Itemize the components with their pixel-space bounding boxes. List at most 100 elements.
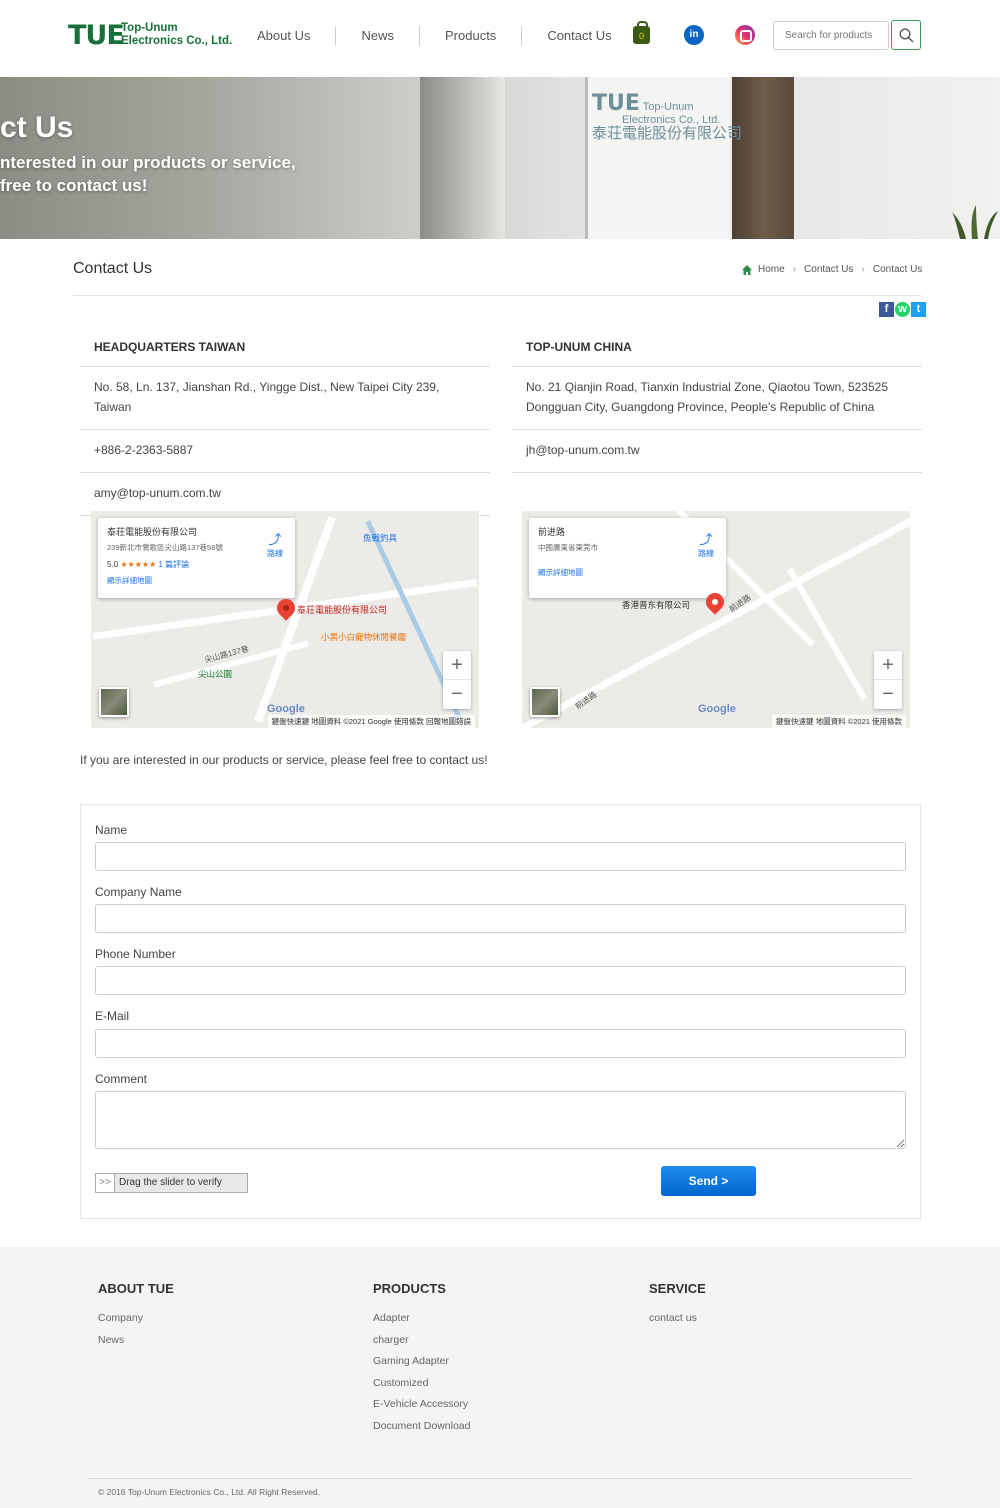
email-field[interactable] — [95, 1029, 906, 1058]
map-street-label: 前进路 — [573, 689, 599, 712]
nav-contact-us[interactable]: Contact Us — [521, 26, 636, 46]
footer-heading: SERVICE — [649, 1281, 706, 1296]
map-place-address: 239新北市鶯歌區尖山路137巷58號 — [107, 543, 223, 552]
map-taiwan[interactable]: 泰荘電能股份有限公司 239新北市鶯歌區尖山路137巷58號 5.0 ★★★★★… — [91, 511, 479, 728]
footer-link-charger[interactable]: charger — [373, 1330, 470, 1352]
map-china[interactable]: 前进路 中國廣東省東莞市 顯示詳細地圖 ⤴ 路線 香港晋东有限公司 前进路 前进路… — [522, 511, 910, 728]
contact-headquarters-taiwan: HEADQUARTERS TAIWAN No. 58, Ln. 137, Jia… — [80, 330, 490, 516]
logo-line-2: Electronics Co., Ltd. — [121, 35, 233, 47]
directions-icon: ⤴ — [268, 532, 282, 547]
google-logo: Google — [267, 703, 305, 715]
contact-title: TOP-UNUM CHINA — [512, 330, 922, 367]
map-place-address: 中國廣東省東莞市 — [538, 543, 598, 552]
map-directions[interactable]: ⤴ 路線 — [267, 529, 283, 559]
map-poi-label: 小黑小白寵物休閒餐廳 — [321, 632, 407, 642]
contact-email[interactable]: amy@top-unum.com.tw — [80, 473, 490, 516]
nav-about-us[interactable]: About Us — [232, 26, 335, 46]
logo-text: Top-Unum Electronics Co., Ltd. — [121, 22, 232, 48]
map-larger-link[interactable]: 顯示詳細地圖 — [107, 575, 286, 586]
comment-label: Comment — [95, 1072, 148, 1086]
footer-link-contact-us[interactable]: contact us — [649, 1308, 706, 1330]
name-label: Name — [95, 823, 128, 837]
footer-link-company[interactable]: Company — [98, 1308, 174, 1330]
banner-subtitle-line-2: free to contact us! — [0, 176, 148, 195]
map-directions-label: 路線 — [267, 549, 283, 558]
main-nav: About Us News Products Contact Us — [232, 24, 637, 48]
nav-products[interactable]: Products — [419, 26, 521, 46]
nav-news[interactable]: News — [335, 26, 419, 46]
contact-address: No. 58, Ln. 137, Jianshan Rd., Yingge Di… — [80, 367, 490, 430]
contact-top-unum-china: TOP-UNUM CHINA No. 21 Qianjin Road, Tian… — [512, 330, 922, 473]
divider — [89, 1478, 913, 1479]
verify-slider[interactable]: >> Drag the slider to verify — [95, 1173, 248, 1193]
footer-link-document-download[interactable]: Document Download — [373, 1416, 470, 1438]
instagram-icon[interactable] — [735, 25, 755, 45]
slider-handle[interactable]: >> — [96, 1174, 115, 1192]
shopping-bag-icon[interactable]: 0 — [633, 21, 650, 44]
footer-heading: PRODUCTS — [373, 1281, 446, 1296]
phone-field[interactable] — [95, 966, 906, 995]
footer-link-adapter[interactable]: Adapter — [373, 1308, 470, 1330]
whatsapp-icon[interactable]: w — [895, 302, 910, 317]
google-logo: Google — [698, 703, 736, 715]
footer-link-customized[interactable]: Customized — [373, 1373, 470, 1395]
slider-text: Drag the slider to verify — [119, 1177, 222, 1188]
zoom-in-button[interactable]: + — [443, 651, 471, 680]
send-button[interactable]: Send > — [661, 1166, 756, 1196]
footer-heading: ABOUT TUE — [98, 1281, 174, 1296]
map-zoom-control: + − — [443, 651, 471, 709]
linkedin-icon[interactable]: in — [684, 25, 704, 45]
facebook-icon[interactable]: f — [879, 302, 894, 317]
chevron-right-icon: › — [861, 264, 865, 275]
email-label: E-Mail — [95, 1009, 130, 1023]
copyright: © 2016 Top-Unum Electronics Co., Ltd. Al… — [98, 1487, 321, 1497]
breadcrumb: Home › Contact Us › Contact Us — [742, 264, 922, 275]
sign-mark: TUE — [592, 91, 640, 116]
contact-phone[interactable]: +886-2-2363-5887 — [80, 430, 490, 473]
hero-banner: TUE Top-Unum Electronics Co., Ltd. 泰荘電能股… — [0, 77, 1000, 239]
footer-service: SERVICE contact us — [649, 1281, 706, 1330]
contact-form: Name Company Name Phone Number E-Mail Co… — [80, 804, 921, 1219]
map-attribution: 鍵盤快速鍵 地圖資料 ©2021 使用條款 — [772, 715, 906, 728]
map-larger-link[interactable]: 顯示詳細地圖 — [538, 567, 717, 578]
search-input[interactable] — [773, 21, 889, 50]
contact-email[interactable]: jh@top-unum.com.tw — [512, 430, 922, 473]
satellite-toggle[interactable] — [99, 687, 129, 717]
zoom-in-button[interactable]: + — [874, 651, 902, 680]
site-footer: ABOUT TUE Company News PRODUCTS Adapter … — [0, 1247, 1000, 1508]
directions-icon: ⤴ — [699, 532, 713, 547]
zoom-out-button[interactable]: − — [874, 680, 902, 709]
satellite-toggle[interactable] — [530, 687, 560, 717]
name-field[interactable] — [95, 842, 906, 871]
site-header: TUE Top-Unum Electronics Co., Ltd. About… — [0, 0, 1000, 77]
footer-about: ABOUT TUE Company News — [98, 1281, 174, 1351]
map-rating: 5.0 ★★★★★ 1 篇評論 — [107, 559, 286, 570]
contact-title: HEADQUARTERS TAIWAN — [80, 330, 490, 367]
twitter-icon[interactable]: t — [911, 302, 926, 317]
company-label: Company Name — [95, 885, 182, 899]
contact-address: No. 21 Qianjin Road, Tianxin Industrial … — [512, 367, 922, 430]
map-reviews-link[interactable]: 1 篇評論 — [158, 560, 189, 569]
company-logo[interactable]: TUE Top-Unum Electronics Co., Ltd. — [68, 20, 233, 52]
comment-field[interactable] — [95, 1091, 906, 1149]
map-pin-label: 香港晋东有限公司 — [622, 600, 691, 610]
logo-line-1: Top-Unum — [121, 22, 178, 34]
zoom-out-button[interactable]: − — [443, 680, 471, 709]
home-icon — [742, 264, 752, 275]
contact-address-line-1: No. 21 Qianjin Road, Tianxin Industrial … — [526, 380, 889, 394]
map-attribution: 鍵盤快速鍵 地圖資料 ©2021 Google 使用條款 回報地圖錯誤 — [267, 715, 475, 728]
footer-link-news[interactable]: News — [98, 1330, 174, 1352]
banner-subtitle-line-1: nterested in our products or service, — [0, 153, 296, 172]
company-field[interactable] — [95, 904, 906, 933]
search-button[interactable] — [891, 20, 921, 50]
map-poi-label: 尖山公園 — [198, 669, 233, 679]
breadcrumb-current: Contact Us — [872, 264, 923, 275]
breadcrumb-contact-us[interactable]: Contact Us — [804, 264, 853, 275]
breadcrumb-home[interactable]: Home — [758, 264, 785, 275]
footer-link-gaming-adapter[interactable]: Gaming Adapter — [373, 1351, 470, 1373]
banner-title: ct Us — [0, 111, 74, 144]
contact-address-line-2: Dongguan City, Guangdong Province, Peopl… — [526, 400, 875, 414]
map-directions[interactable]: ⤴ 路線 — [698, 529, 714, 559]
footer-link-e-vehicle-accessory[interactable]: E-Vehicle Accessory — [373, 1394, 470, 1416]
map-zoom-control: + − — [874, 651, 902, 709]
